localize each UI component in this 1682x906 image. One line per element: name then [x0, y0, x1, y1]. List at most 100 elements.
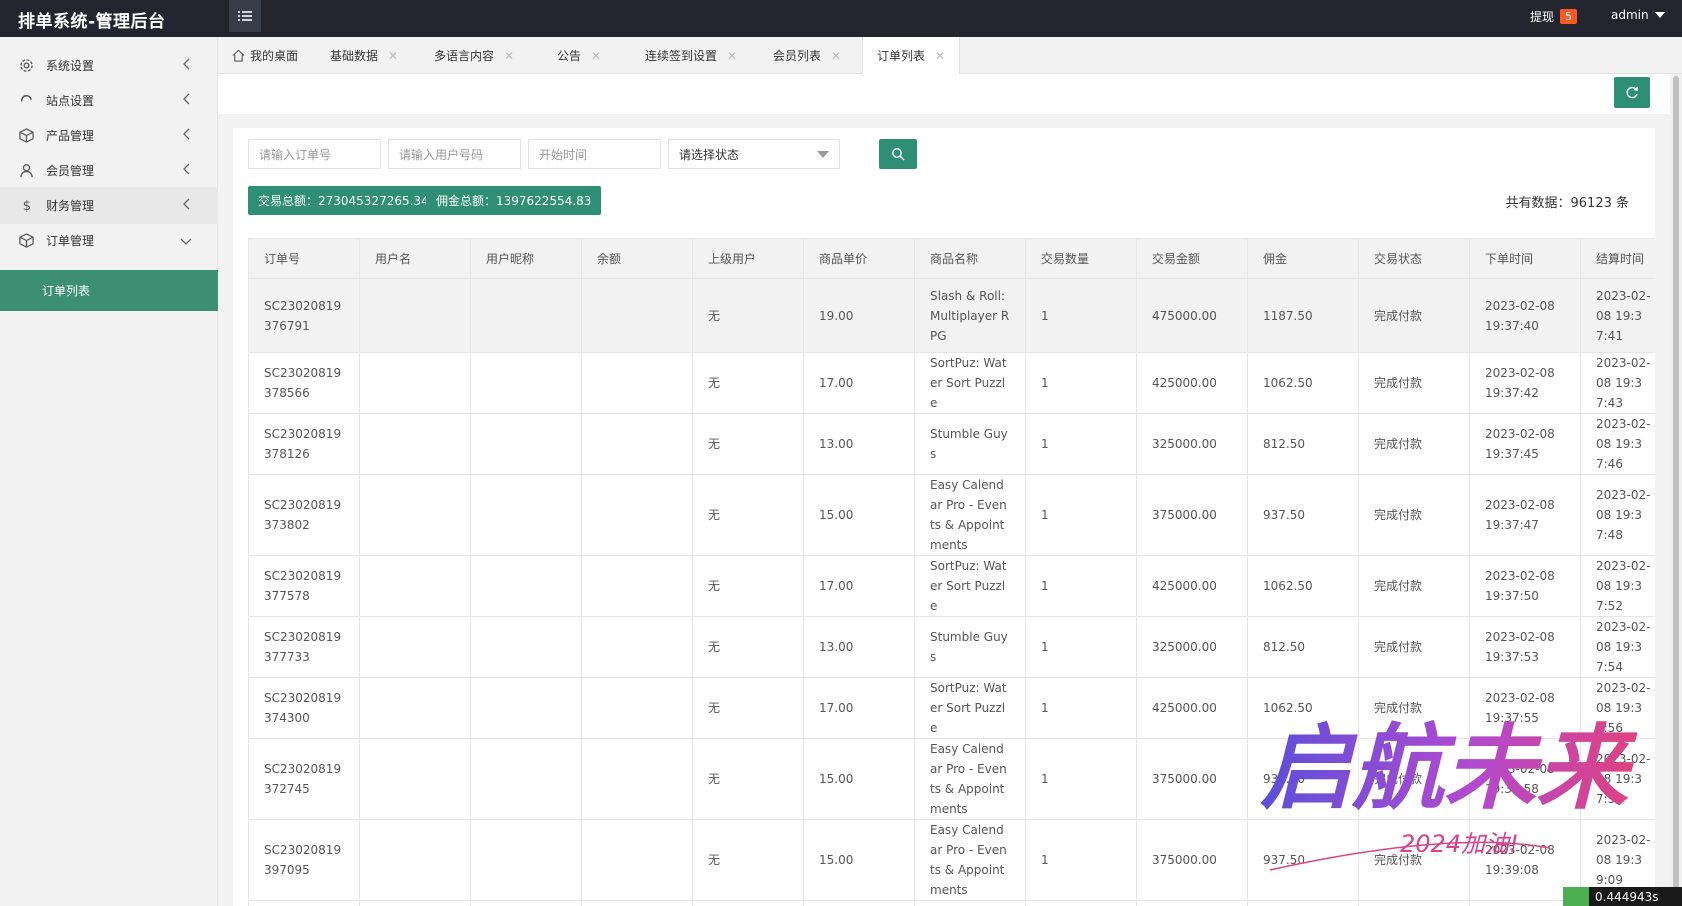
table-cell: 完成付款	[1358, 555, 1470, 617]
scrollbar[interactable]	[1670, 74, 1682, 906]
table-cell	[581, 819, 693, 901]
table-cell: 937.50	[1247, 738, 1359, 820]
user-number-input[interactable]: 请输入用户号码	[388, 139, 521, 169]
sidebar-item-site-settings[interactable]: 站点设置	[0, 82, 218, 119]
scrollbar-thumb[interactable]	[1673, 76, 1679, 896]
table-cell: 325000.00	[1136, 413, 1248, 475]
close-icon[interactable]: ✕	[591, 49, 601, 63]
tab-multilingual[interactable]: 多语言内容 ✕	[434, 37, 514, 74]
sidebar-item-member-management[interactable]: 会员管理	[0, 152, 218, 189]
table-cell: 无	[692, 278, 804, 353]
table-cell	[359, 677, 471, 739]
user-menu[interactable]: admin	[1611, 8, 1665, 22]
table-cell: 13.00	[803, 413, 915, 475]
timer-corner: 0.444943s	[1563, 887, 1682, 906]
tab-label: 基础数据	[330, 49, 379, 63]
tab-order-list[interactable]: 订单列表 ✕	[862, 37, 961, 74]
search-button[interactable]	[879, 139, 917, 169]
withdraw-badge: 5	[1560, 9, 1578, 24]
table-cell: 1187.50	[1247, 278, 1359, 353]
total-count: 共有数据：96123 条	[1505, 196, 1630, 211]
close-icon[interactable]: ✕	[504, 49, 514, 63]
withdraw-link[interactable]: 提现 5	[1530, 8, 1578, 25]
table-cell	[359, 413, 471, 475]
order-table: 订单号 用户名 用户昵称 余额 上级用户 商品单价 商品名称 交易数量 交易金额…	[248, 238, 1655, 906]
close-icon[interactable]: ✕	[727, 49, 737, 63]
column-header: 交易数量	[1025, 238, 1137, 279]
commission-total-badge: 佣金总额：1397622554.83	[426, 186, 602, 215]
table-cell: 无	[692, 819, 804, 901]
table-cell	[581, 555, 693, 617]
tab-label: 我的桌面	[250, 49, 299, 63]
table-cell: 17.00	[803, 677, 915, 739]
sidebar-subitem-order-list[interactable]: 订单列表	[0, 270, 218, 311]
username: admin	[1611, 8, 1649, 22]
table-row: SC23020819377578 无 17.00 SortPuz: Water Sor…	[248, 555, 1655, 617]
chevron-left-icon	[182, 93, 190, 108]
table-cell: 2023-02-08 19:37:52	[1580, 555, 1655, 617]
tab-my-desktop[interactable]: 我的桌面	[232, 37, 298, 74]
dollar-icon: $	[18, 198, 34, 214]
table-cell: 2023-02-08 19:37:59	[1580, 738, 1655, 820]
close-icon[interactable]: ✕	[935, 49, 945, 63]
tab-announcement[interactable]: 公告 ✕	[557, 37, 601, 74]
order-number-input[interactable]: 请输入订单号	[248, 139, 381, 169]
table-cell: 2023-02-08 19:37:45	[1469, 413, 1581, 475]
table-cell: 1	[1025, 677, 1137, 739]
table-cell	[470, 738, 582, 820]
table-cell: 无	[692, 738, 804, 820]
column-header: 商品单价	[803, 238, 915, 279]
sidebar-item-finance-management[interactable]: $ 财务管理	[0, 187, 218, 224]
list-icon	[238, 11, 252, 21]
table-cell	[692, 900, 804, 906]
table-cell: Easy Calendar Pro - Events & Appointment…	[914, 474, 1026, 556]
start-time-input[interactable]: 开始时间	[528, 139, 661, 169]
table-cell	[359, 352, 471, 414]
close-icon[interactable]: ✕	[831, 49, 841, 63]
timer-text: 0.444943s	[1595, 889, 1659, 904]
chevron-left-icon	[182, 198, 190, 213]
status-select-value: 请选择状态	[679, 147, 740, 162]
status-select[interactable]: 请选择状态	[668, 139, 840, 169]
sidebar-item-order-management[interactable]: 订单管理	[0, 222, 218, 259]
table-row: SC23020819378126 无 13.00 Stumble Guys 1 32500…	[248, 413, 1655, 475]
table-cell: 17.00	[803, 555, 915, 617]
table-cell: 完成付款	[1358, 474, 1470, 556]
close-icon[interactable]: ✕	[388, 49, 398, 63]
tab-checkin-settings[interactable]: 连续签到设置 ✕	[645, 37, 737, 74]
table-cell	[359, 819, 471, 901]
sidebar-item-system-settings[interactable]: 系统设置	[0, 47, 218, 84]
table-cell	[581, 738, 693, 820]
gear-icon	[18, 58, 34, 74]
table-cell: Stumble Guys	[914, 413, 1026, 475]
home-icon	[232, 49, 245, 62]
sidebar-item-label: 财务管理	[46, 199, 95, 213]
tab-basic-data[interactable]: 基础数据 ✕	[330, 37, 398, 74]
sidebar: 系统设置 站点设置 产品管理 会员管理 $ 财务管理 订单管理 订单列表	[0, 37, 218, 906]
table-row: SC23020819378566 无 17.00 SortPuz: Water Sor…	[248, 352, 1655, 414]
table-cell: 2023-02-08 19:37:56	[1580, 677, 1655, 739]
table-cell	[470, 819, 582, 901]
sidebar-item-label: 产品管理	[46, 129, 95, 143]
column-header: 交易状态	[1358, 238, 1470, 279]
table-cell: 375000.00	[1136, 738, 1248, 820]
table-cell: 2023-02-08 19:37:43	[1580, 352, 1655, 414]
table-cell: 425000.00	[1136, 677, 1248, 739]
table-row: SC23020819373802 无 15.00 Easy Calendar Pro …	[248, 474, 1655, 556]
table-cell: 完成付款	[1358, 819, 1470, 901]
table-cell: 完成付款	[1358, 352, 1470, 414]
caret-down-icon	[817, 151, 829, 158]
sidebar-item-product-management[interactable]: 产品管理	[0, 117, 218, 154]
sidebar-item-label: 系统设置	[46, 59, 95, 73]
tab-member-list[interactable]: 会员列表 ✕	[773, 37, 841, 74]
table-cell: 13.00	[803, 616, 915, 678]
table-cell: 2023-02-08 19:37:42	[1469, 352, 1581, 414]
chevron-left-icon	[182, 163, 190, 178]
refresh-button[interactable]	[1614, 77, 1650, 108]
table-cell	[359, 278, 471, 353]
table-cell	[470, 413, 582, 475]
column-header: 余额	[581, 238, 693, 279]
table-cell: 完成付款	[1358, 616, 1470, 678]
menu-toggle-button[interactable]	[229, 0, 261, 32]
table-cell: Stumble Guys	[914, 616, 1026, 678]
